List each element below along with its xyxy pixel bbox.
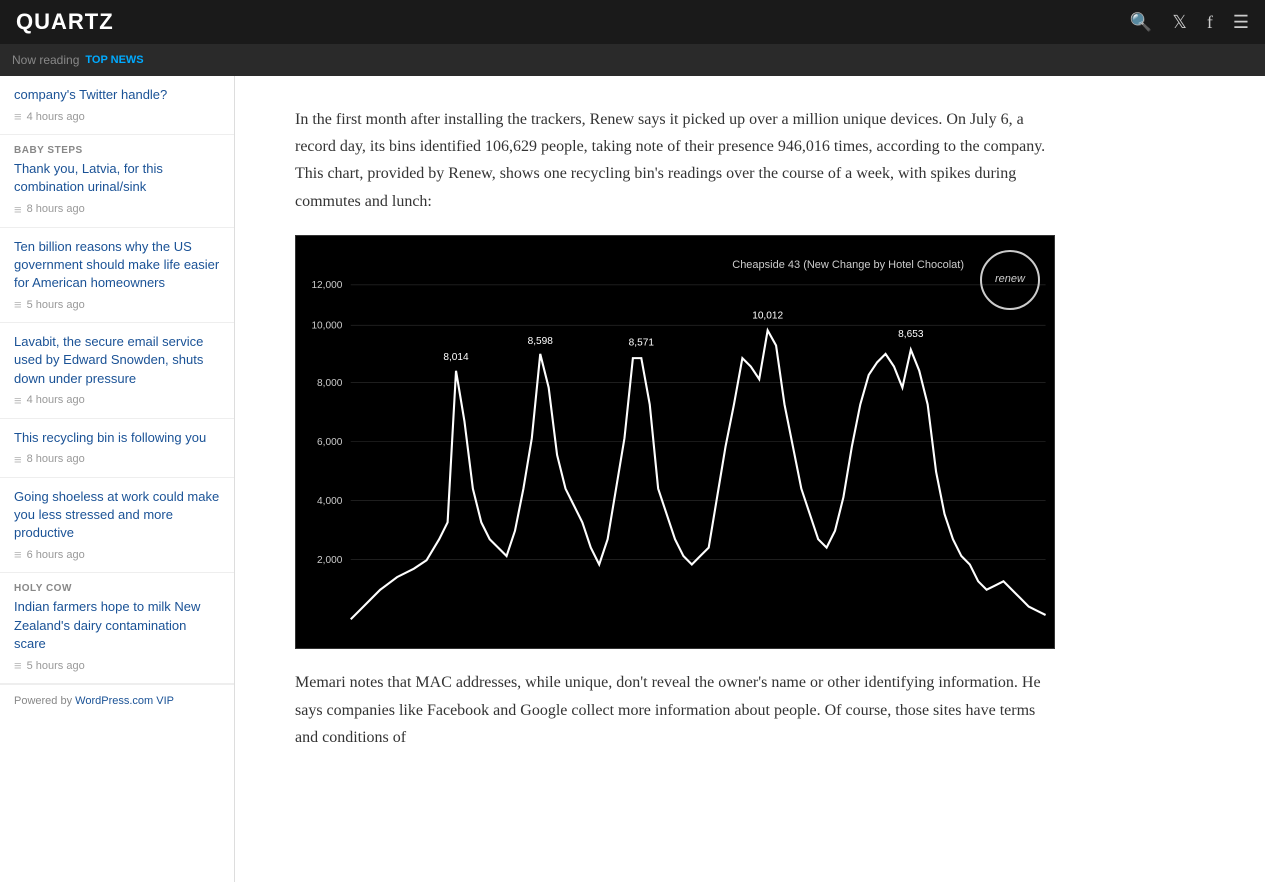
- sidebar-item-title: Indian farmers hope to milk New Zealand'…: [14, 598, 220, 653]
- sidebar-item-meta: ≡ 4 hours ago: [14, 109, 220, 124]
- article-icon: ≡: [14, 202, 22, 217]
- svg-text:8,014: 8,014: [443, 352, 469, 363]
- sidebar-item-time: 4 hours ago: [27, 111, 85, 123]
- sidebar-item-time: 6 hours ago: [27, 549, 85, 561]
- article-paragraph-2: Memari notes that MAC addresses, while u…: [295, 669, 1055, 751]
- powered-by-text: Powered by: [14, 695, 72, 707]
- article-icon: ≡: [14, 297, 22, 312]
- sidebar: company's Twitter handle? ≡ 4 hours ago …: [0, 76, 235, 882]
- svg-text:2,000: 2,000: [317, 555, 343, 566]
- sidebar-item-meta: ≡ 8 hours ago: [14, 202, 220, 217]
- article-icon: ≡: [14, 547, 22, 562]
- sidebar-item-time: 8 hours ago: [27, 453, 85, 465]
- now-reading-label: Now reading: [12, 53, 79, 67]
- powered-by-footer: Powered by WordPress.com VIP: [0, 684, 234, 717]
- sidebar-item-time: 4 hours ago: [27, 394, 85, 406]
- sidebar-item-title: Thank you, Latvia, for this combination …: [14, 160, 220, 196]
- sidebar-item-latvia[interactable]: BABY STEPS Thank you, Latvia, for this c…: [0, 135, 234, 227]
- sidebar-item-title: Ten billion reasons why the US governmen…: [14, 238, 220, 293]
- wordpress-vip-link[interactable]: WordPress.com VIP: [75, 695, 174, 707]
- traffic-chart: 12,000 10,000 8,000 6,000 4,000 2,000 8,…: [296, 236, 1054, 649]
- menu-icon[interactable]: ☰: [1233, 12, 1249, 33]
- sidebar-item-meta: ≡ 5 hours ago: [14, 297, 220, 312]
- sidebar-category-label: HOLY COW: [14, 583, 220, 594]
- article-paragraph-1: In the first month after installing the …: [295, 106, 1055, 215]
- sidebar-item-title: Lavabit, the secure email service used b…: [14, 333, 220, 388]
- article-icon: ≡: [14, 393, 22, 408]
- sidebar-item-recycling[interactable]: This recycling bin is following you ≡ 8 …: [0, 419, 234, 478]
- sidebar-item-time: 8 hours ago: [27, 203, 85, 215]
- sidebar-item-homeowners[interactable]: Ten billion reasons why the US governmen…: [0, 228, 234, 324]
- sidebar-item-meta: ≡ 8 hours ago: [14, 452, 220, 467]
- sidebar-item-title: This recycling bin is following you: [14, 429, 220, 447]
- reading-bar: Now reading TOP NEWS: [0, 44, 1265, 76]
- sidebar-item-shoeless[interactable]: Going shoeless at work could make you le…: [0, 478, 234, 574]
- article-icon: ≡: [14, 658, 22, 673]
- main-content: In the first month after installing the …: [235, 76, 1265, 882]
- svg-text:8,598: 8,598: [528, 336, 554, 347]
- sidebar-category-label: BABY STEPS: [14, 145, 220, 156]
- facebook-icon[interactable]: f: [1207, 12, 1213, 33]
- svg-text:10,012: 10,012: [752, 310, 783, 321]
- sidebar-item-time: 5 hours ago: [27, 299, 85, 311]
- chart-container: Cheapside 43 (New Change by Hotel Chocol…: [295, 235, 1055, 650]
- chart-location-label: Cheapside 43 (New Change by Hotel Chocol…: [732, 256, 964, 275]
- svg-text:4,000: 4,000: [317, 496, 343, 507]
- top-navigation: QUARTZ 🔍 𝕏 f ☰: [0, 0, 1265, 44]
- svg-text:6,000: 6,000: [317, 437, 343, 448]
- sidebar-item-meta: ≡ 5 hours ago: [14, 658, 220, 673]
- site-logo[interactable]: QUARTZ: [16, 9, 114, 35]
- svg-text:8,000: 8,000: [317, 378, 343, 389]
- svg-text:12,000: 12,000: [311, 280, 342, 291]
- twitter-icon[interactable]: 𝕏: [1172, 12, 1187, 33]
- sidebar-item-meta: ≡ 6 hours ago: [14, 547, 220, 562]
- search-icon[interactable]: 🔍: [1130, 12, 1152, 33]
- article-icon: ≡: [14, 452, 22, 467]
- sidebar-item-meta: ≡ 4 hours ago: [14, 393, 220, 408]
- sidebar-item-time: 5 hours ago: [27, 660, 85, 672]
- sidebar-item-twitter[interactable]: company's Twitter handle? ≡ 4 hours ago: [0, 76, 234, 135]
- svg-text:10,000: 10,000: [311, 320, 342, 331]
- sidebar-item-title: company's Twitter handle?: [14, 86, 220, 104]
- sidebar-item-holycow[interactable]: HOLY COW Indian farmers hope to milk New…: [0, 573, 234, 684]
- sidebar-item-lavabit[interactable]: Lavabit, the secure email service used b…: [0, 323, 234, 419]
- article-body: In the first month after installing the …: [295, 106, 1055, 751]
- renew-logo: renew: [980, 250, 1040, 310]
- page-layout: company's Twitter handle? ≡ 4 hours ago …: [0, 76, 1265, 882]
- article-icon: ≡: [14, 109, 22, 124]
- top-news-badge[interactable]: TOP NEWS: [85, 54, 143, 66]
- svg-text:8,653: 8,653: [898, 329, 924, 340]
- svg-text:8,571: 8,571: [629, 337, 655, 348]
- sidebar-item-title: Going shoeless at work could make you le…: [14, 488, 220, 543]
